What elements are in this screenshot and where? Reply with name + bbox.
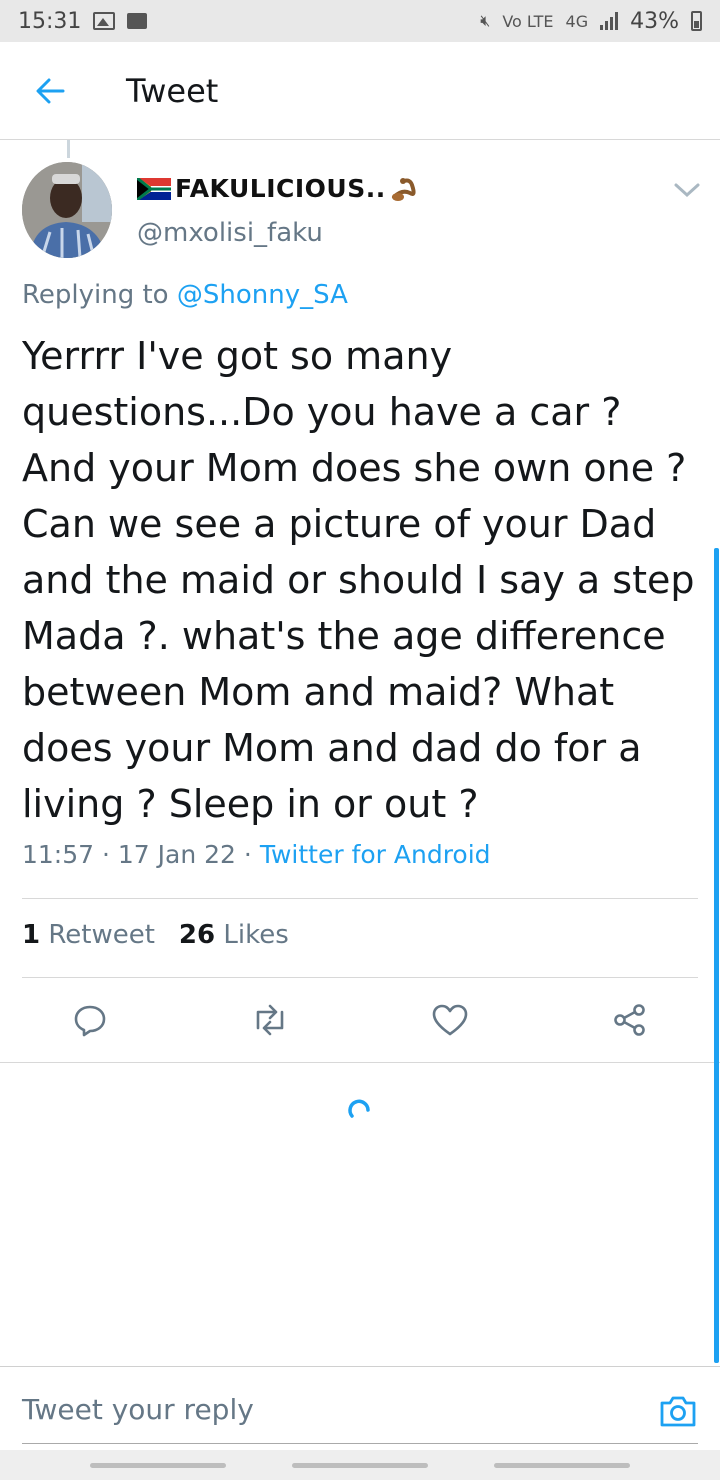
battery-icon <box>691 11 702 31</box>
nav-home-button[interactable] <box>292 1463 428 1468</box>
likes-stat[interactable]: 26 Likes <box>179 920 289 950</box>
tweet-time: 11:57 <box>22 840 95 869</box>
share-button[interactable] <box>605 995 655 1045</box>
app-bar: Tweet <box>0 42 720 140</box>
share-icon <box>614 1004 645 1036</box>
replying-to: Replying to @Shonny_SA <box>22 280 348 310</box>
gallery-notification-icon <box>93 12 116 30</box>
tweet-client-link[interactable]: Twitter for Android <box>260 840 491 869</box>
divider <box>22 898 698 899</box>
avatar[interactable] <box>22 162 112 258</box>
retweet-icon <box>256 1004 284 1036</box>
nav-back-button[interactable] <box>494 1463 630 1468</box>
reply-button[interactable] <box>65 995 115 1045</box>
tweet-stats: 1 Retweet 26 Likes <box>22 920 289 950</box>
retweet-label: Retweet <box>48 920 155 950</box>
folder-notification-icon <box>127 13 148 29</box>
thread-connector <box>67 140 70 158</box>
divider <box>22 977 698 978</box>
volte-indicator: Vo LTE <box>502 11 554 31</box>
replying-to-label: Replying to <box>22 280 169 310</box>
replying-to-mention-link[interactable]: @Shonny_SA <box>177 280 348 310</box>
tweet-text: Yerrrr I've got so many questions...Do y… <box>22 334 695 826</box>
reply-icon <box>74 1005 106 1037</box>
back-button[interactable] <box>0 42 100 140</box>
signal-icon <box>600 12 619 30</box>
retweet-count: 1 <box>22 920 41 950</box>
reply-input-underline <box>22 1443 698 1444</box>
status-time: 15:31 <box>18 8 82 34</box>
tweet-header: FAKULICIOUS.. @mxolisi_faku <box>22 160 702 260</box>
tweet-date: 17 Jan 22 <box>117 840 236 869</box>
chevron-down-icon[interactable] <box>672 178 702 202</box>
camera-icon[interactable] <box>658 1393 698 1429</box>
loading-spinner-icon <box>348 1099 370 1118</box>
user-handle[interactable]: @mxolisi_faku <box>137 218 323 248</box>
display-name[interactable]: FAKULICIOUS.. <box>137 174 420 203</box>
reply-input[interactable]: Tweet your reply <box>22 1393 254 1426</box>
retweet-button[interactable] <box>245 995 295 1045</box>
like-count: 26 <box>178 920 216 950</box>
reply-composer: Tweet your reply <box>0 1366 720 1446</box>
page-title: Tweet <box>126 71 219 110</box>
display-name-text: FAKULICIOUS.. <box>175 174 386 203</box>
nav-recents-button[interactable] <box>90 1463 226 1468</box>
retweets-stat[interactable]: 1 Retweet <box>22 920 155 950</box>
scrollbar[interactable] <box>714 548 719 1363</box>
like-label: Likes <box>223 920 289 950</box>
mute-icon: 🔇︎ <box>480 11 491 30</box>
heart-icon <box>432 1004 468 1036</box>
tweet-meta: 11:57 · 17 Jan 22 · Twitter for Android <box>22 840 491 869</box>
like-button[interactable] <box>425 995 475 1045</box>
system-nav-bar <box>0 1450 720 1480</box>
status-bar: 15:31 🔇︎ Vo LTE 4G 43% <box>0 0 720 42</box>
network-type: 4G <box>565 11 589 31</box>
tweet-actions <box>0 995 720 1045</box>
battery-percent: 43% <box>630 8 679 34</box>
scorpion-emoji-icon <box>391 177 416 201</box>
divider <box>0 1062 720 1063</box>
arrow-left-icon <box>36 78 65 103</box>
south-africa-flag-icon <box>137 177 171 200</box>
